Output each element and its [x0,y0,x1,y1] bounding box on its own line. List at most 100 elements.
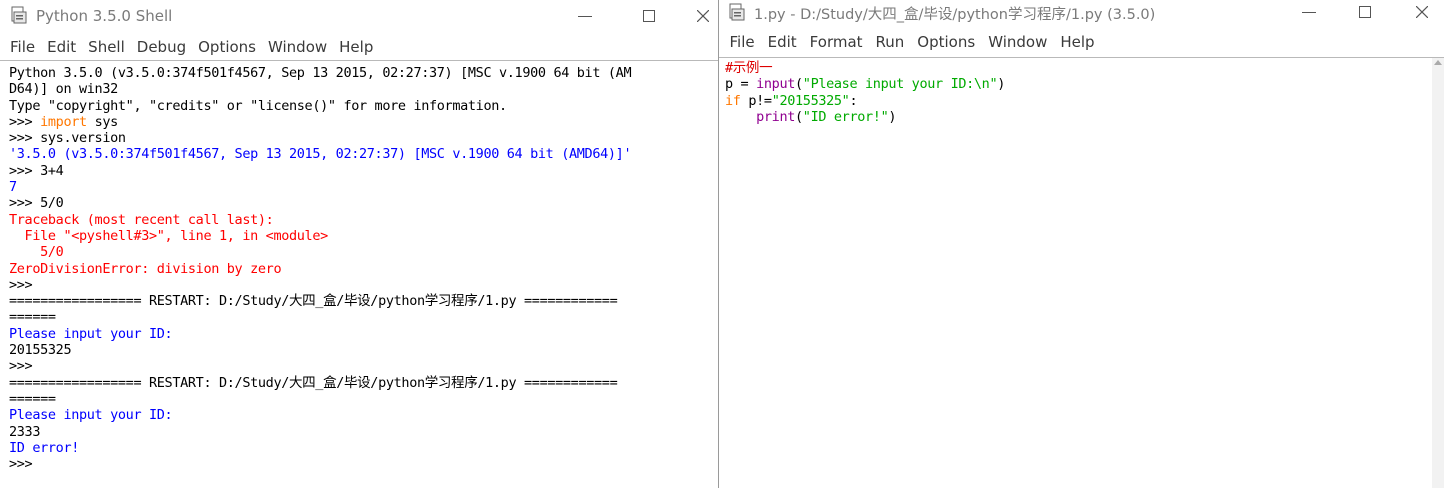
code-token: File "<pyshell#3>", line 1, in <module> [9,227,329,244]
code-token: ) [997,76,1006,93]
code-token: >>> 3+4 [9,162,64,179]
editor-menu-help[interactable]: Help [1054,33,1101,51]
shell-text-area[interactable]: Python 3.5.0 (v3.5.0:374f501f4567, Sep 1… [0,60,718,488]
editor-scrollbar[interactable] [1432,58,1444,488]
code-token: 7 [9,179,17,196]
code-token: ZeroDivisionError: division by zero [9,260,282,277]
editor-menu-edit[interactable]: Edit [761,33,803,51]
code-token: ================= RESTART: D:/Study/大四_盒… [9,374,618,391]
shell-menu-debug[interactable]: Debug [131,38,192,56]
python-idle-icon [11,6,27,24]
code-token: >>> [9,456,41,473]
code-token: print [756,108,796,125]
editor-menubar: File Edit Format Run Options Window Help [719,27,1444,57]
editor-text-area[interactable]: #示例一 p = input("Please input your ID:\n"… [719,57,1444,488]
code-line: #示例一 [725,60,773,76]
code-token: Traceback (most recent call last): [9,211,274,228]
shell-window: Python 3.5.0 Shell File Edit Shell Debug Opt… [0,0,718,488]
shell-menu-help[interactable]: Help [333,38,379,56]
code-token: >>> [9,276,41,293]
code-token: "Please input your ID:\n" [802,76,998,93]
shell-menu-file[interactable]: File [4,38,41,56]
shell-menu-edit[interactable]: Edit [41,38,82,56]
shell-menu-options[interactable]: Options [192,38,262,56]
python-file-icon [729,3,745,21]
code-token: if [725,92,741,109]
code-token: Python 3.5.0 (v3.5.0:374f501f4567, Sep 1… [9,65,632,81]
code-token: "ID error!" [802,108,889,125]
code-line: Python 3.5.0 (v3.5.0:374f501f4567, Sep 1… [9,65,632,81]
code-line: 20155325 [9,342,72,359]
editor-window: 1.py - D:/Study/大四_盒/毕设/python学习程序/1.py … [719,0,1444,488]
close-icon[interactable] [697,10,709,22]
shell-titlebar[interactable]: Python 3.5.0 Shell [0,0,718,33]
code-line: Please input your ID: [9,407,173,423]
code-token: ) [888,108,897,125]
code-token: sys [86,113,119,130]
code-token: : [849,92,858,109]
editor-menu-window[interactable]: Window [982,33,1054,51]
code-token: input [756,76,796,93]
code-line: Type "copyright", "credits" or "license(… [9,98,507,114]
shell-menu-window[interactable]: Window [262,38,333,56]
maximize-icon[interactable] [643,10,655,22]
close-icon[interactable] [1416,6,1428,18]
editor-source[interactable]: #示例一 p = input("Please input your ID:\n"… [719,58,1444,125]
code-token: >>> [9,358,41,375]
window-title: Python 3.5.0 Shell [36,7,173,25]
code-line: File "<pyshell#3>", line 1, in <module> [9,227,329,244]
code-line: ====== [9,309,56,325]
code-line: print("ID error!") [725,109,896,125]
shell-menubar: File Edit Shell Debug Options Window Help [0,33,718,61]
code-token: ====== [9,309,56,326]
code-token: 20155325 [9,342,72,359]
editor-titlebar[interactable]: 1.py - D:/Study/大四_盒/毕设/python学习程序/1.py … [719,0,1444,27]
code-token: p = [725,76,757,93]
window-title: 1.py - D:/Study/大四_盒/毕设/python学习程序/1.py … [754,7,1156,23]
code-line: if p!="20155325": [725,92,858,109]
code-line: >>> 5/0 [9,195,64,211]
minimize-icon[interactable] [1302,12,1316,13]
code-line: ====== [9,391,56,407]
code-token: Type "copyright", "credits" or "license(… [9,97,507,114]
code-line: Traceback (most recent call last): [9,211,274,228]
code-line: >>> [9,277,40,293]
code-line: D64)] on win32 [9,81,118,97]
scroll-up-icon[interactable] [1434,60,1442,65]
code-line: Please input your ID: [9,325,173,342]
code-token: 5/0 [9,244,64,261]
code-token: #示例一 [725,60,773,76]
code-token: ====== [9,390,56,407]
code-token: Please input your ID: [9,325,173,342]
code-line: >>> import sys [9,114,118,130]
code-line: >>> sys.version [9,130,126,146]
code-token: 2333 [9,423,41,440]
code-line: 5/0 [9,244,64,261]
shell-output[interactable]: Python 3.5.0 (v3.5.0:374f501f4567, Sep 1… [0,61,718,472]
minimize-icon[interactable] [578,16,592,17]
code-line: >>> 3+4 [9,162,64,179]
editor-menu-file[interactable]: File [723,33,761,51]
code-line: ================= RESTART: D:/Study/大四_盒… [9,293,618,310]
code-token: >>> sys.version [9,130,126,147]
code-token: >>> [9,113,41,130]
editor-menu-run[interactable]: Run [869,33,911,51]
code-token: ID error! [9,439,79,456]
code-token: import [40,113,87,130]
code-line: ID error! [9,440,79,456]
code-line: >>> [9,456,40,472]
code-line: ================= RESTART: D:/Study/大四_盒… [9,374,618,391]
shell-menu-shell[interactable]: Shell [82,38,131,56]
maximize-icon[interactable] [1359,6,1371,18]
code-token: "20155325" [771,92,850,109]
code-line: ZeroDivisionError: division by zero [9,260,282,277]
code-token: ================= RESTART: D:/Study/大四_盒… [9,293,618,310]
code-line: 2333 [9,424,40,440]
code-line: 7 [9,179,17,195]
code-line: p = input("Please input your ID:\n") [725,76,1005,92]
code-token: '3.5.0 (v3.5.0:374f501f4567, Sep 13 2015… [9,146,632,163]
editor-menu-options[interactable]: Options [911,33,982,51]
code-token: ( [795,76,803,93]
editor-menu-format[interactable]: Format [803,33,869,51]
